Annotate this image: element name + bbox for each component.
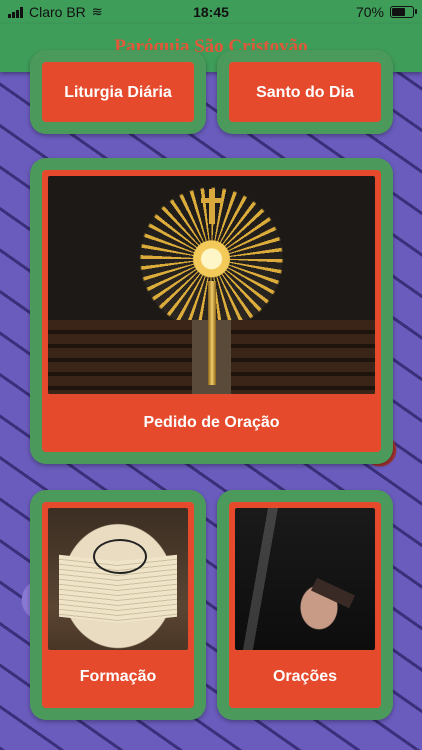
- battery-icon: [390, 6, 417, 18]
- card-oracoes[interactable]: Orações: [217, 490, 393, 720]
- card-santo-label: Santo do Dia: [256, 84, 354, 101]
- card-liturgia-label: Liturgia Diária: [64, 84, 172, 101]
- monstrance-church-photo: [48, 176, 375, 394]
- battery-percent: 70%: [355, 4, 384, 20]
- battery-level: [392, 8, 405, 16]
- card-formacao[interactable]: Formação: [30, 490, 206, 720]
- card-pedido-label: Pedido de Oração: [143, 414, 280, 431]
- card-santo[interactable]: Santo do Dia: [217, 50, 393, 134]
- card-liturgia-body: Liturgia Diária: [42, 62, 194, 122]
- status-bar: Claro BR ≋ 18:45 70%: [0, 0, 422, 24]
- open-book-glasses-photo: [48, 508, 188, 650]
- card-oracoes-label: Orações: [272, 668, 338, 685]
- card-formacao-body: Formação: [42, 502, 194, 708]
- card-oracoes-body: Orações: [229, 502, 381, 708]
- card-liturgia[interactable]: Liturgia Diária: [30, 50, 206, 134]
- card-pedido-body: Pedido de Oração: [42, 170, 381, 452]
- card-pedido-oracao[interactable]: Pedido de Oração: [30, 158, 393, 464]
- praying-hands-photo: [235, 508, 375, 650]
- card-santo-body: Santo do Dia: [229, 62, 381, 122]
- card-formacao-label: Formação: [79, 668, 157, 685]
